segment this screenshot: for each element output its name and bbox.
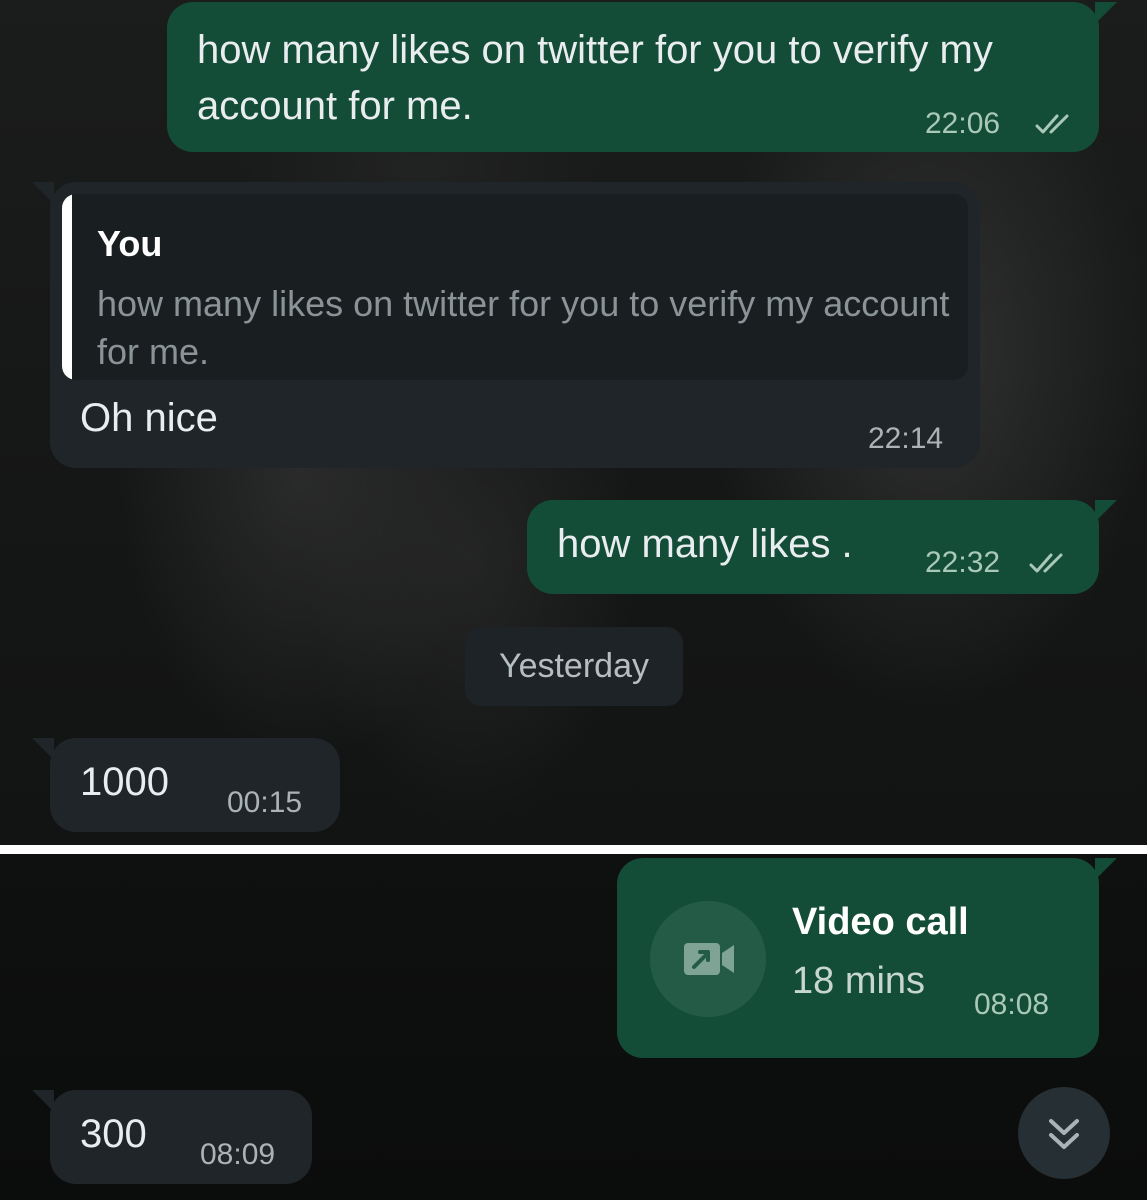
message-text: 300 [80,1112,147,1156]
message-text: how many likes . [557,522,853,566]
message-time: 08:09 [200,1138,276,1171]
bubble-tail [32,182,54,204]
quote-text: how many likes on twitter for you to ver… [97,283,950,372]
message-time: 22:14 [868,422,944,455]
message-text: 1000 [80,760,169,804]
video-call-icon [684,943,734,975]
quote-accent-bar [62,194,72,380]
read-ticks-icon [1035,114,1069,134]
bubble-tail [1095,500,1117,522]
call-title: Video call [792,901,969,943]
scroll-to-bottom-button[interactable] [1018,1087,1110,1179]
quoted-message[interactable]: You how many likes on twitter for you to… [62,194,968,380]
outgoing-message[interactable]: how many likes on twitter for you to ver… [167,2,1117,152]
incoming-message[interactable]: 1000 00:15 [32,738,340,832]
message-time: 22:06 [925,107,1001,140]
bubble-tail [32,738,54,760]
message-time: 22:32 [925,546,1001,579]
video-call-icon-circle [650,901,766,1017]
video-call-message[interactable]: Video call 18 mins 08:08 [617,858,1117,1058]
double-chevron-down-icon [1049,1119,1079,1149]
message-time: 00:15 [227,786,303,819]
bubble-tail [1095,858,1117,880]
message-time: 08:08 [974,988,1050,1021]
outgoing-message[interactable]: how many likes . 22:32 [527,500,1117,594]
screenshot-divider [0,845,1147,854]
quote-author: You [97,223,163,264]
incoming-reply-message[interactable]: You how many likes on twitter for you to… [32,182,980,468]
incoming-message[interactable]: 300 08:09 [32,1090,312,1184]
bubble-tail [1095,2,1117,24]
bubble-tail [32,1090,54,1112]
call-duration: 18 mins [792,960,926,1002]
message-text: Oh nice [80,396,218,440]
chat-screenshot-top: how many likes on twitter for you to ver… [0,0,1147,845]
chat-screenshot-bottom: Video call 18 mins 08:08 300 08:09 [0,854,1147,1200]
read-ticks-icon [1029,553,1063,573]
date-separator: Yesterday [465,627,683,706]
